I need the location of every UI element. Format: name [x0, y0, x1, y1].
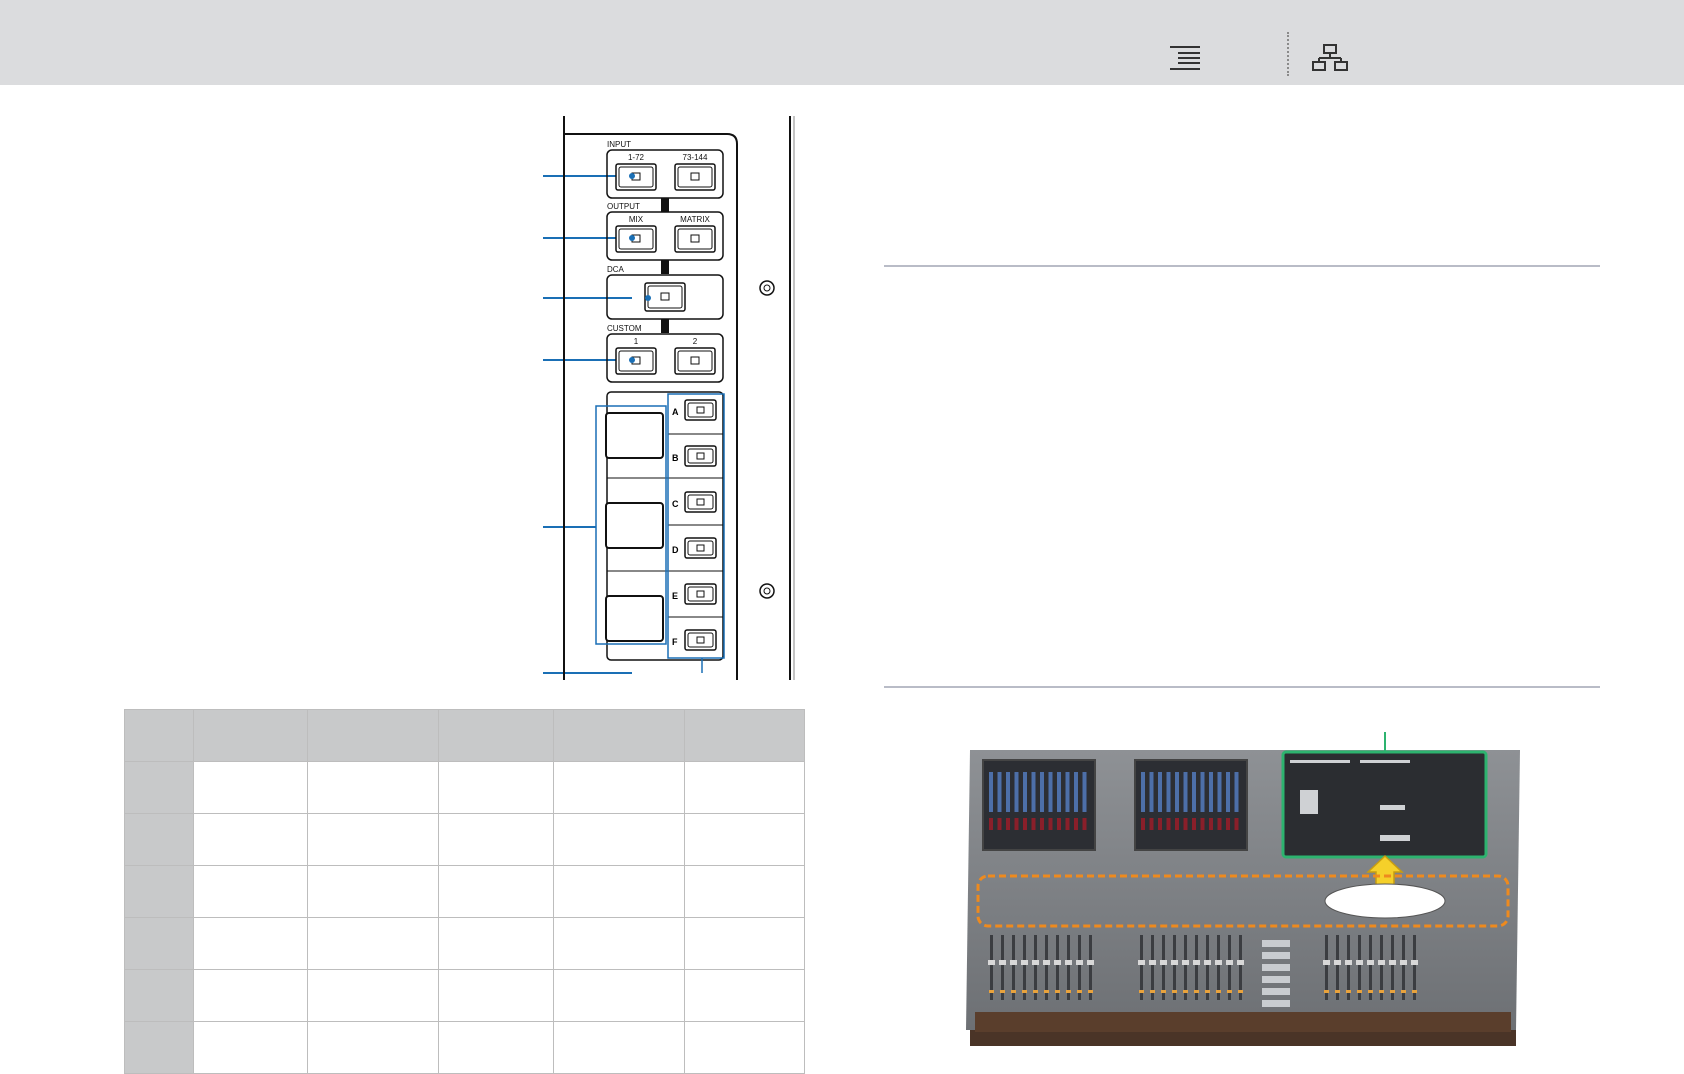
input-73-144-button[interactable]	[674, 163, 716, 191]
bank-display-2	[605, 502, 664, 549]
table-header-cell	[553, 709, 685, 762]
dca-button[interactable]	[644, 282, 686, 312]
mixing-console-illustration	[966, 732, 1520, 1046]
input-1-72-button[interactable]	[615, 163, 657, 191]
custom-2-label: 2	[693, 337, 698, 346]
bank-button-c[interactable]	[684, 491, 717, 513]
bank-letter-c: C	[672, 499, 679, 509]
table-row	[124, 1021, 805, 1074]
bank-button-e[interactable]	[684, 583, 717, 605]
bank-letter-d: D	[672, 545, 679, 555]
bank-letter-f: F	[672, 637, 678, 647]
table-header-cell	[684, 709, 805, 762]
table-header-cell	[307, 709, 439, 762]
table-row	[124, 761, 805, 814]
table-header-cell	[124, 709, 194, 762]
section-divider-bottom	[884, 686, 1600, 688]
bank-button-f[interactable]	[684, 629, 717, 651]
custom-1-button[interactable]	[615, 347, 657, 375]
top-toolbar	[0, 0, 1684, 85]
bank-letter-e: E	[672, 591, 678, 601]
custom-1-label: 1	[634, 337, 639, 346]
sitemap-icon[interactable]	[1312, 44, 1348, 72]
table-header-row	[124, 709, 805, 762]
table-header-cell	[438, 709, 554, 762]
bank-display-1	[605, 412, 664, 459]
output-matrix-button[interactable]	[674, 225, 716, 253]
fader-bank-panel: INPUT 1-72 73-144 OUTPUT MIX MATRIX DCA …	[563, 116, 795, 680]
table-row	[124, 865, 805, 918]
toolbar-divider	[1287, 32, 1289, 76]
input-1-72-label: 1-72	[628, 153, 645, 162]
bank-letter-a: A	[672, 407, 679, 417]
bank-display-3	[605, 595, 664, 642]
input-group-label: INPUT	[607, 140, 631, 149]
dca-group-label: DCA	[607, 265, 625, 274]
bank-letter-b: B	[672, 453, 679, 463]
bank-button-b[interactable]	[684, 445, 717, 467]
table-row	[124, 813, 805, 866]
table-of-contents-icon[interactable]	[1168, 44, 1202, 72]
custom-2-button[interactable]	[674, 347, 716, 375]
section-divider-top	[884, 265, 1600, 267]
custom-group-label: CUSTOM	[607, 324, 642, 333]
bank-button-a[interactable]	[684, 399, 717, 421]
output-mix-label: MIX	[629, 215, 644, 224]
output-group-label: OUTPUT	[607, 202, 640, 211]
bank-button-d[interactable]	[684, 537, 717, 559]
input-73-144-label: 73-144	[683, 153, 708, 162]
callout-oval	[1324, 883, 1446, 919]
output-mix-button[interactable]	[615, 225, 657, 253]
table-row	[124, 917, 805, 970]
data-table	[124, 709, 805, 1074]
table-row	[124, 969, 805, 1022]
table-header-cell	[193, 709, 308, 762]
output-matrix-label: MATRIX	[680, 215, 710, 224]
